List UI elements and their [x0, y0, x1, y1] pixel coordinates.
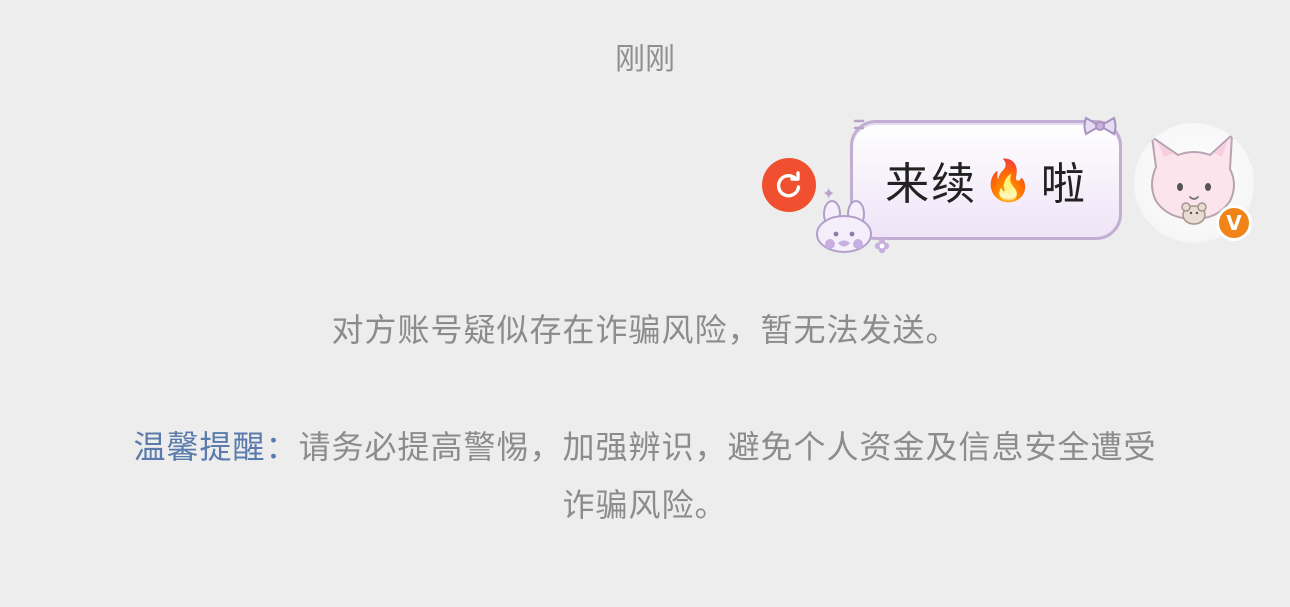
- bunny-decoration-icon: [816, 200, 872, 253]
- bubble-decoration-ticks-icon: [853, 119, 865, 130]
- warm-reminder-label: 温馨提醒：: [133, 428, 299, 466]
- message-text-start: 来续: [885, 159, 978, 210]
- retry-icon: [776, 171, 801, 198]
- warm-reminder-text: 请务必提高警惕，加强辨识，避免个人资金及信息安全遭受诈骗风险。: [298, 428, 1157, 524]
- fraud-risk-notice: 对方账号疑似存在诈骗风险，暂无法发送。: [331, 311, 959, 349]
- fire-emoji-icon: 🔥: [983, 157, 1035, 204]
- outgoing-message-row: 来续 🔥 啦 ✦ V: [0, 110, 1290, 270]
- warm-reminder: 温馨提醒：请务必提高警惕，加强辨识，避免个人资金及信息安全遭受诈骗风险。: [120, 418, 1170, 534]
- resend-button[interactable]: [762, 158, 816, 212]
- message-text: 来续 🔥 啦: [853, 123, 1119, 237]
- message-timestamp: 刚刚: [615, 42, 675, 77]
- flower-decoration-icon: [874, 238, 890, 254]
- vip-badge: V: [1216, 205, 1252, 241]
- bow-decoration-icon: [1083, 116, 1117, 136]
- message-text-end: 啦: [1040, 159, 1087, 210]
- message-bubble[interactable]: 来续 🔥 啦: [850, 120, 1122, 240]
- user-avatar[interactable]: V: [1134, 123, 1254, 243]
